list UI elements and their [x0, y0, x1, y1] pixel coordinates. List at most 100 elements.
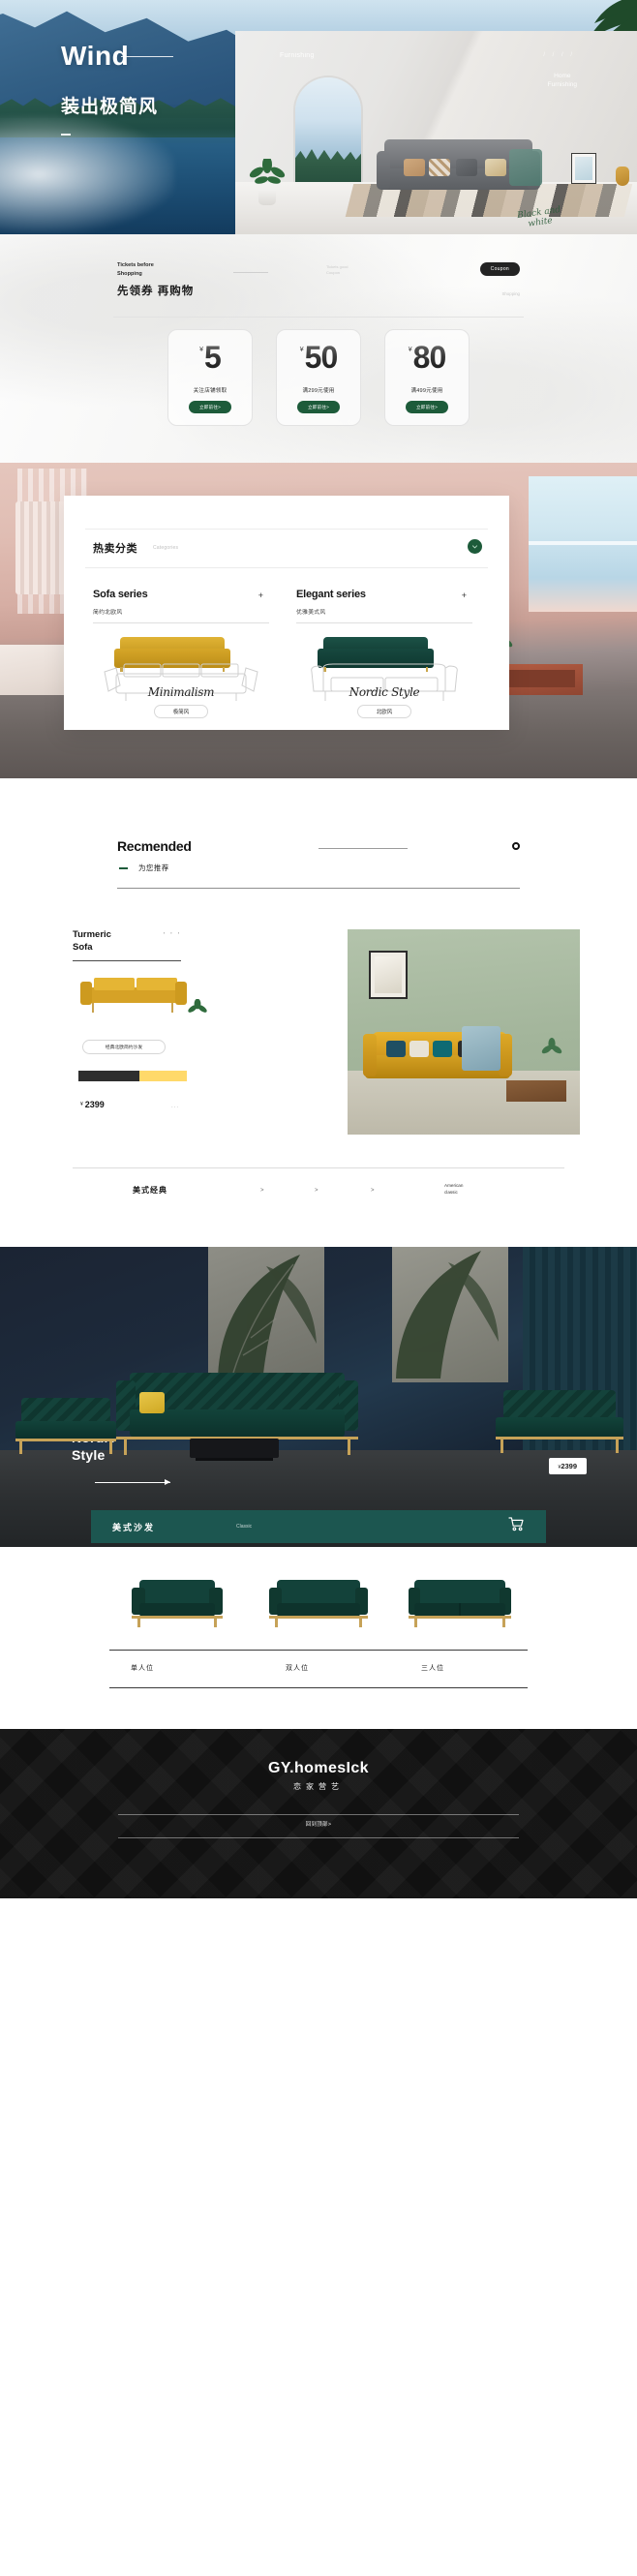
coupon-cta-button[interactable]: 立即前往>: [405, 401, 449, 413]
sofa-seat: [15, 1421, 116, 1439]
variant-label-row: 单人位 双人位 三人位: [109, 1650, 528, 1688]
variant-item[interactable]: [124, 1572, 230, 1628]
coupon-divider: [113, 317, 524, 318]
monstera-leaf-icon: [396, 1251, 499, 1379]
sofa-yellow-pillow: [139, 1392, 165, 1413]
chevron-right-icon[interactable]: >: [315, 1188, 318, 1194]
photo-cushion: [410, 1041, 429, 1057]
coupon-cta-button[interactable]: 立即前往>: [188, 401, 232, 413]
category-script-nordic: Nordic Style: [349, 685, 420, 699]
footer-divider-bottom: [118, 1837, 519, 1838]
coupon-amount: ¥ 5: [199, 340, 222, 375]
variant-item[interactable]: [265, 1572, 372, 1628]
variant-label-triple[interactable]: 三人位: [421, 1663, 444, 1673]
sofa-seat: [130, 1409, 345, 1437]
category-item-sofa-series[interactable]: Sofa series + 简约北欧风: [93, 589, 269, 672]
product-thumb-sofa-icon: [80, 978, 187, 1013]
photo-cushion: [386, 1041, 406, 1057]
sofa-arm-left: [377, 151, 390, 190]
plus-icon[interactable]: +: [258, 591, 263, 600]
variant-label-double[interactable]: 双人位: [286, 1663, 309, 1673]
nordic-bar-en-label: Classic: [236, 1524, 253, 1530]
category-item-name: Sofa series: [93, 589, 148, 600]
photo-sofa-arm-right: [499, 1034, 512, 1076]
room-window-right: [529, 476, 637, 612]
shopping-cart-icon[interactable]: [508, 1517, 525, 1536]
american-cn-label: 美式经典: [133, 1186, 167, 1195]
nordic-bar-cn-label: 美式沙发: [112, 1522, 156, 1532]
american-en-label: American classic: [444, 1183, 464, 1195]
sofa-triple-icon: [409, 1580, 511, 1627]
variant-thumbnail-row: [0, 1572, 637, 1628]
page-root: Wind 装出极简风 Furnishing / / / / Home Furni…: [0, 0, 637, 1898]
sofa-leg: [124, 1440, 127, 1455]
recommended-divider: [117, 888, 520, 889]
coupon-button[interactable]: Coupon: [479, 262, 520, 276]
photo-throw-blanket: [462, 1026, 500, 1071]
variant-thumbnail: [265, 1572, 372, 1628]
product-color-swatches[interactable]: [78, 1071, 187, 1081]
category-item-rule: [296, 622, 472, 623]
sofa-backrest: [503, 1390, 616, 1419]
sofa-pillow: [429, 159, 450, 176]
panel-arch-window: [295, 77, 361, 184]
plant-icon: [249, 159, 286, 184]
category-item-elegant-series[interactable]: Elegant series + 优雅美式风: [296, 589, 472, 672]
coupon-header-rule: [233, 272, 268, 273]
plus-icon[interactable]: +: [462, 591, 467, 600]
chevron-right-icon[interactable]: >: [260, 1188, 264, 1194]
price-value: 2399: [561, 1462, 577, 1470]
category-item-cn: 优雅美式风: [296, 610, 326, 616]
nordic-sofa-right: [496, 1386, 623, 1454]
sofa-leg: [616, 1440, 619, 1453]
hero-title: Wind: [61, 41, 130, 71]
product-rule: [73, 960, 181, 961]
product-tag-pill[interactable]: 经典北欧简约沙发: [82, 1040, 166, 1054]
category-pill-nordic[interactable]: 北欧风: [357, 705, 411, 718]
nordic-action-bar[interactable]: 美式沙发 Classic: [91, 1510, 546, 1543]
coupon-card[interactable]: ¥ 5 关注店铺领取 立即前往>: [167, 329, 253, 426]
sofa-leg: [19, 1441, 22, 1454]
category-title: 热卖分类: [93, 543, 137, 555]
coupon-card-list: ¥ 5 关注店铺领取 立即前往> ¥ 50 满299元使用 立即前往> ¥ 80: [0, 329, 637, 426]
product-card[interactable]: Turmeric Sofa ' ' ' 经典北欧简约沙发 ¥2399 ···: [57, 929, 580, 1135]
swatch-dark[interactable]: [78, 1071, 139, 1081]
variant-label-single[interactable]: 单人位: [131, 1663, 154, 1673]
variant-item[interactable]: [407, 1572, 513, 1628]
back-to-top-link[interactable]: 回到顶部>: [0, 1820, 637, 1828]
nordic-arrow-indicator: [95, 1479, 170, 1485]
room-side-table: [503, 664, 583, 695]
panel-dots: / / / /: [543, 52, 575, 58]
swatch-yellow[interactable]: [139, 1071, 187, 1081]
photo-wall-art: [369, 951, 408, 999]
recommended-header: Recmended 为您推荐: [57, 833, 580, 891]
footer-divider-top: [118, 1814, 519, 1815]
coupon-value: 5: [204, 340, 222, 375]
product-more-icon[interactable]: ···: [171, 1105, 179, 1110]
nordic-coffee-table: [190, 1439, 279, 1461]
coupon-card[interactable]: ¥ 50 满299元使用 立即前往>: [276, 329, 361, 426]
coupon-card[interactable]: ¥ 80 满499元使用 立即前往>: [384, 329, 470, 426]
american-classic-row[interactable]: 美式经典 > > > American classic: [57, 1167, 580, 1208]
coupon-cta-button[interactable]: 立即前往>: [296, 401, 341, 413]
coupon-cn-title: 先领券 再购物: [117, 286, 195, 297]
sofa-single-icon: [132, 1580, 223, 1627]
currency-symbol: ¥: [199, 347, 204, 353]
nordic-leaf-panel: [208, 1247, 324, 1382]
product-name: Turmeric Sofa: [73, 929, 111, 953]
sofa-gold-trim: [15, 1439, 116, 1441]
hero-title-rule: [121, 56, 173, 57]
sofa-pillow: [456, 159, 477, 176]
footer-section: GY.homesIck 恋家营艺 回到顶部>: [0, 1729, 637, 1898]
circle-indicator-icon[interactable]: [512, 842, 520, 850]
hero-fog: [0, 116, 174, 232]
variant-section: 单人位 双人位 三人位: [0, 1547, 637, 1729]
category-subtitle: Categories: [153, 545, 179, 551]
chevron-right-icon[interactable]: >: [371, 1188, 375, 1194]
chevron-down-icon[interactable]: [468, 539, 482, 554]
category-pill-minimalism[interactable]: 极简风: [154, 705, 208, 718]
variant-thumbnail: [407, 1572, 513, 1628]
category-section: 热卖分类 Categories Sofa series + 简约北欧风 Eleg…: [0, 463, 637, 778]
nordic-leaf-panel: [392, 1247, 508, 1382]
recommended-cn-title: 为您推荐: [138, 864, 169, 872]
